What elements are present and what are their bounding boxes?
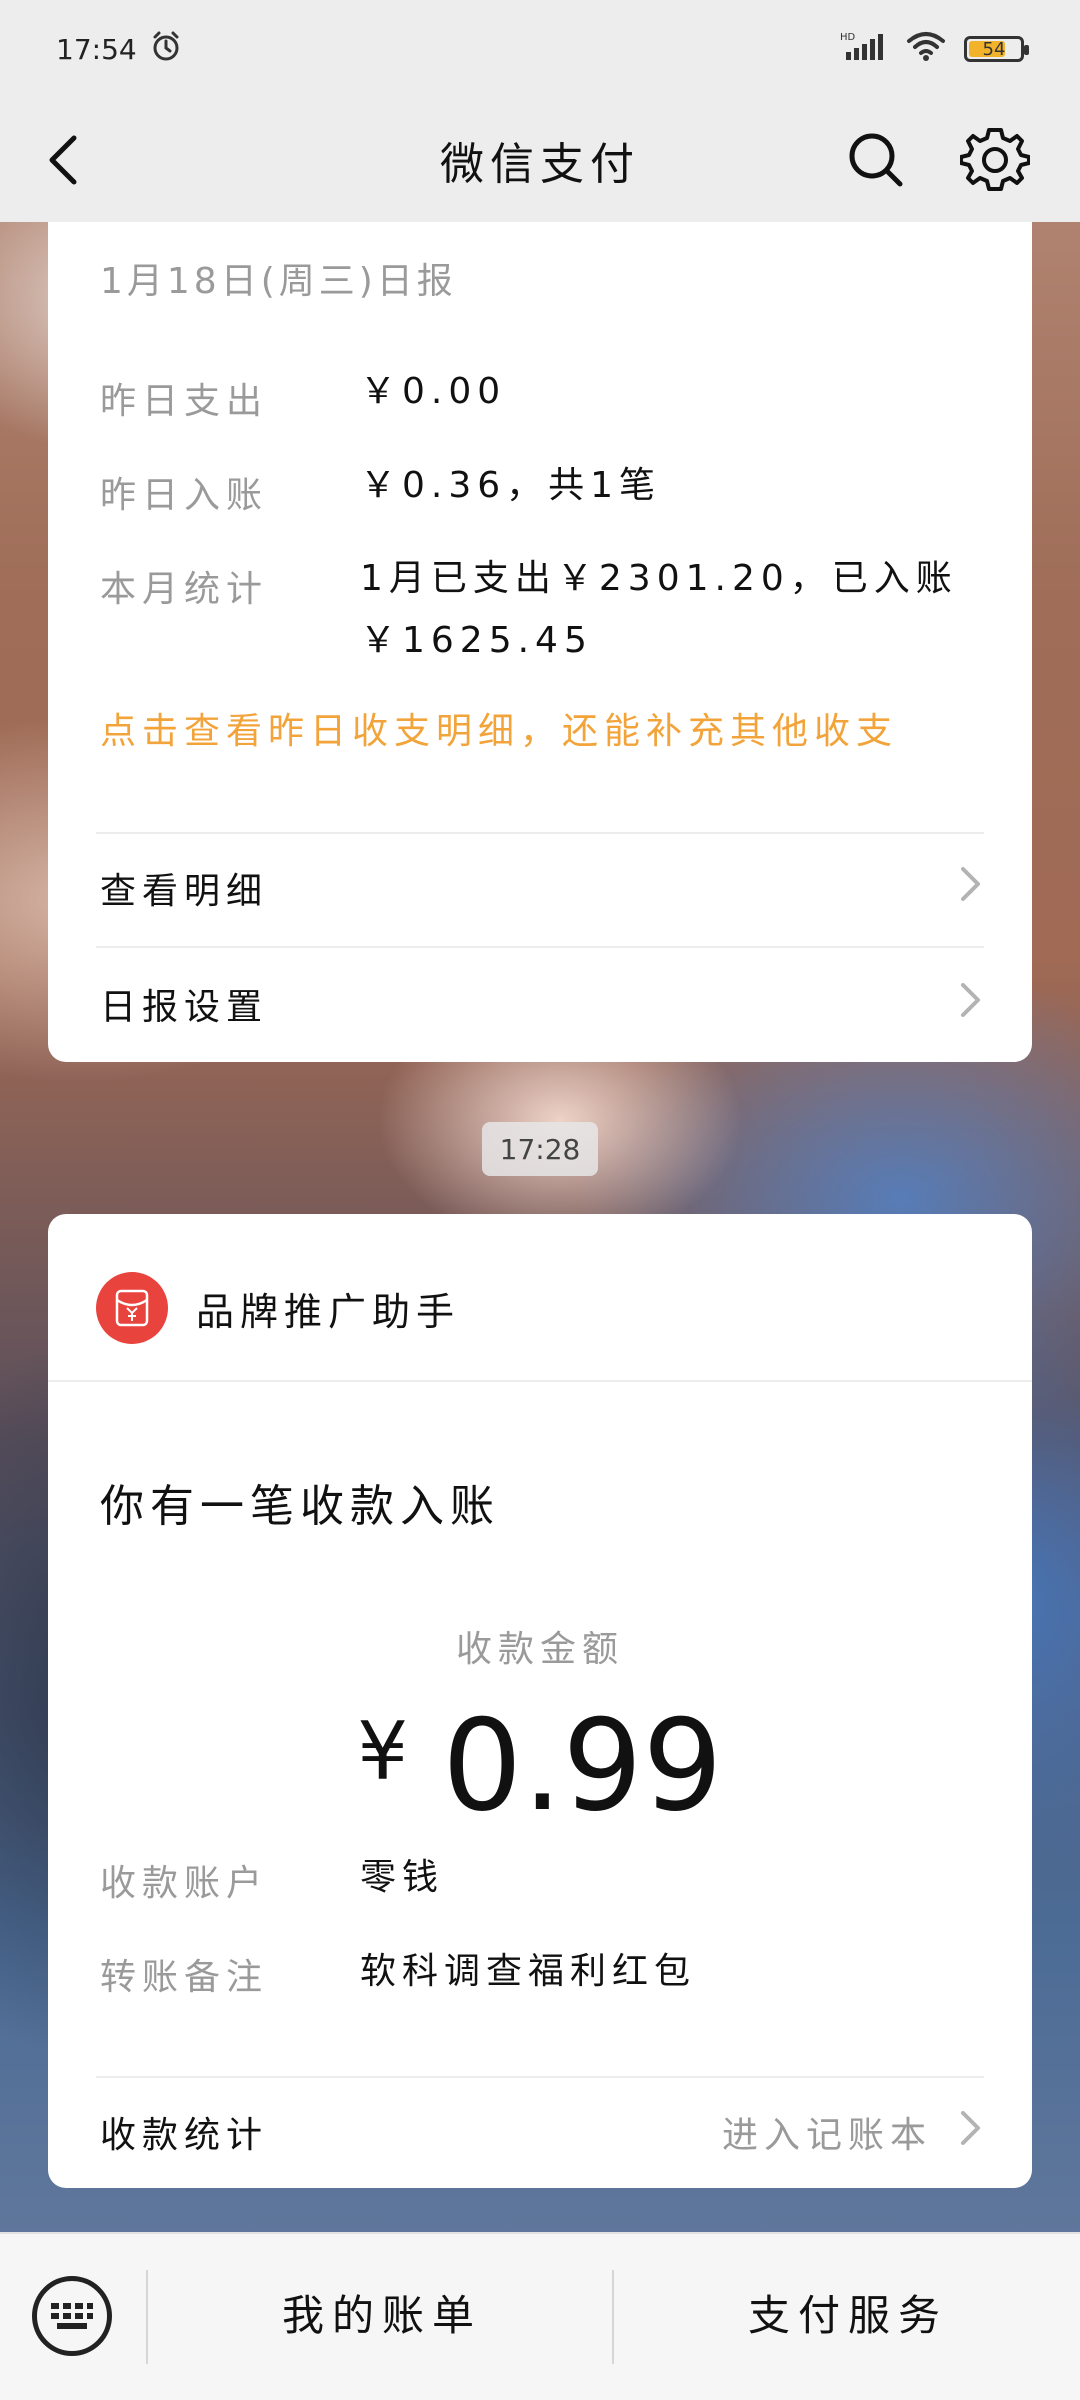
row-label: 转账备注 xyxy=(100,1957,269,1998)
status-left: 17:54 xyxy=(56,29,183,70)
row-value: 1月已支出￥2301.20，已入账￥1625.45 xyxy=(360,558,958,661)
divider xyxy=(96,832,984,834)
amount-label: 收款金额 xyxy=(455,1629,624,1670)
page-title: 微信支付 xyxy=(440,139,640,190)
gear-icon[interactable] xyxy=(959,124,1031,194)
link-label: 日报设置 xyxy=(100,987,269,1028)
tab-separator xyxy=(612,2270,614,2364)
divider xyxy=(96,946,984,948)
row-label: 昨日入账 xyxy=(100,475,269,516)
report-title: 1月18日(周三)日报 xyxy=(100,261,457,302)
view-details-link[interactable]: 查看明细 xyxy=(100,862,984,914)
report-settings-link[interactable]: 日报设置 xyxy=(100,978,984,1030)
chevron-right-icon xyxy=(958,2108,984,2157)
network-label: HD xyxy=(840,32,856,43)
tab-separator xyxy=(146,2270,148,2364)
row-label: 收款账户 xyxy=(100,1863,269,1904)
chevron-right-icon xyxy=(958,980,984,1029)
divider xyxy=(48,1380,1032,1382)
brand-name: 品牌推广助手 xyxy=(196,1289,461,1334)
stats-label: 收款统计 xyxy=(100,2115,269,2156)
status-right: HD 54 xyxy=(840,30,1029,69)
keyboard-icon[interactable] xyxy=(32,2276,112,2356)
row-label: 本月统计 xyxy=(100,569,269,610)
status-bar: 17:54 HD 54 xyxy=(0,0,1080,98)
receipt-card[interactable]: 品牌推广助手 你有一笔收款入账 收款金额 ¥0.99 收款账户 零钱 转账备注 … xyxy=(48,1214,1032,2188)
currency-symbol: ¥ xyxy=(357,1705,409,1798)
divider xyxy=(96,2076,984,2078)
battery-level: 54 xyxy=(982,38,1006,60)
row-label: 昨日支出 xyxy=(100,381,269,422)
red-envelope-icon xyxy=(96,1272,168,1344)
brand-header[interactable]: 品牌推广助手 xyxy=(96,1272,460,1344)
link-label: 查看明细 xyxy=(100,871,269,912)
chevron-right-icon xyxy=(958,864,984,913)
alarm-icon xyxy=(149,29,183,70)
row-value: 零钱 xyxy=(360,1857,445,1898)
ledger-link-label: 进入记账本 xyxy=(721,2115,932,2156)
amount: ¥0.99 xyxy=(48,1692,1032,1839)
signal-icon: HD xyxy=(840,30,888,69)
header: 微信支付 xyxy=(0,98,1080,222)
message-time: 17:28 xyxy=(482,1122,598,1176)
row-value: ￥0.36，共1笔 xyxy=(360,465,662,506)
receipt-stats-link[interactable]: 收款统计 进入记账本 xyxy=(100,2106,984,2158)
bottom-bar: 我的账单 支付服务 xyxy=(0,2232,1080,2400)
tab-my-bills[interactable]: 我的账单 xyxy=(282,2282,482,2343)
status-time: 17:54 xyxy=(56,32,137,66)
amount-value: 0.99 xyxy=(442,1692,723,1839)
detail-hint[interactable]: 点击查看昨日收支明细，还能补充其他收支 xyxy=(100,702,898,754)
wifi-icon xyxy=(906,30,946,69)
receipt-headline: 你有一笔收款入账 xyxy=(100,1481,500,1532)
search-icon[interactable] xyxy=(844,128,908,192)
row-value: 软科调查福利红包 xyxy=(360,1951,697,1992)
tab-payment-services[interactable]: 支付服务 xyxy=(748,2282,948,2343)
daily-report-card[interactable]: 1月18日(周三)日报 昨日支出 ￥0.00 昨日入账 ￥0.36，共1笔 本月… xyxy=(48,222,1032,1062)
battery-icon: 54 xyxy=(964,36,1029,62)
ledger-link[interactable]: 进入记账本 xyxy=(722,2106,984,2158)
row-value: ￥0.00 xyxy=(360,371,507,412)
